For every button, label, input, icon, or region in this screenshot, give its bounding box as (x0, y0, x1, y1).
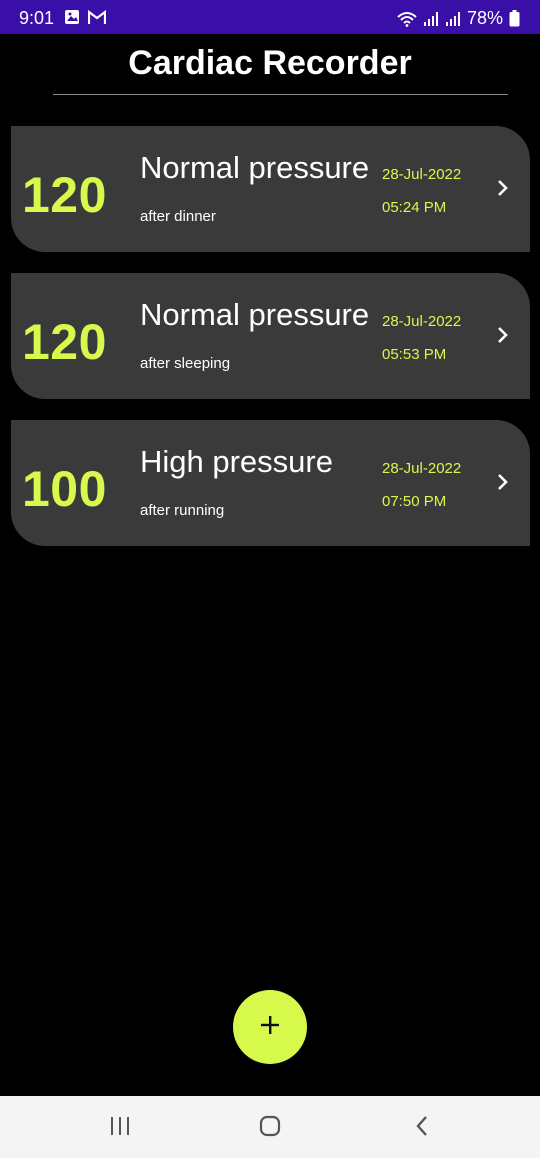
add-record-button[interactable] (233, 990, 307, 1064)
chevron-right-icon[interactable] (496, 179, 510, 202)
back-icon[interactable] (413, 1114, 431, 1143)
signal-icon (445, 11, 461, 27)
record-time: 05:24 PM (382, 199, 447, 216)
record-card[interactable]: 100 High pressure after running 28-Jul-2… (11, 420, 530, 546)
record-note: after dinner (140, 208, 216, 225)
pressure-status: High pressure (140, 444, 333, 479)
signal-icon (423, 11, 439, 27)
battery-icon (509, 10, 520, 27)
record-card[interactable]: 120 Normal pressure after sleeping 28-Ju… (11, 273, 530, 399)
record-note: after running (140, 502, 225, 519)
gmail-icon (88, 9, 106, 25)
status-bar: 9:01 78% (0, 0, 540, 34)
recents-icon[interactable] (109, 1114, 131, 1143)
record-note: after sleeping (140, 355, 231, 372)
home-icon[interactable] (258, 1114, 282, 1143)
status-time: 9:01 (19, 8, 55, 28)
reading-value: 120 (22, 167, 107, 223)
system-nav-bar (0, 1096, 540, 1158)
pressure-status: Normal pressure (140, 297, 370, 332)
title-divider (53, 94, 508, 95)
record-time: 05:53 PM (382, 346, 447, 363)
chevron-right-icon[interactable] (496, 326, 510, 349)
page-title: Cardiac Recorder (128, 44, 412, 82)
record-date: 28-Jul-2022 (382, 313, 462, 330)
battery-percent: 78% (466, 8, 503, 28)
record-card[interactable]: 120 Normal pressure after dinner 28-Jul-… (11, 126, 530, 252)
record-date: 28-Jul-2022 (382, 166, 462, 183)
record-time: 07:50 PM (382, 493, 447, 510)
plus-icon (259, 1014, 281, 1041)
pressure-status: Normal pressure (140, 150, 370, 185)
reading-value: 120 (22, 314, 107, 370)
reading-value: 100 (22, 461, 107, 517)
record-date: 28-Jul-2022 (382, 460, 462, 477)
wifi-icon (397, 11, 417, 27)
chevron-right-icon[interactable] (496, 473, 510, 496)
image-icon (64, 9, 80, 25)
